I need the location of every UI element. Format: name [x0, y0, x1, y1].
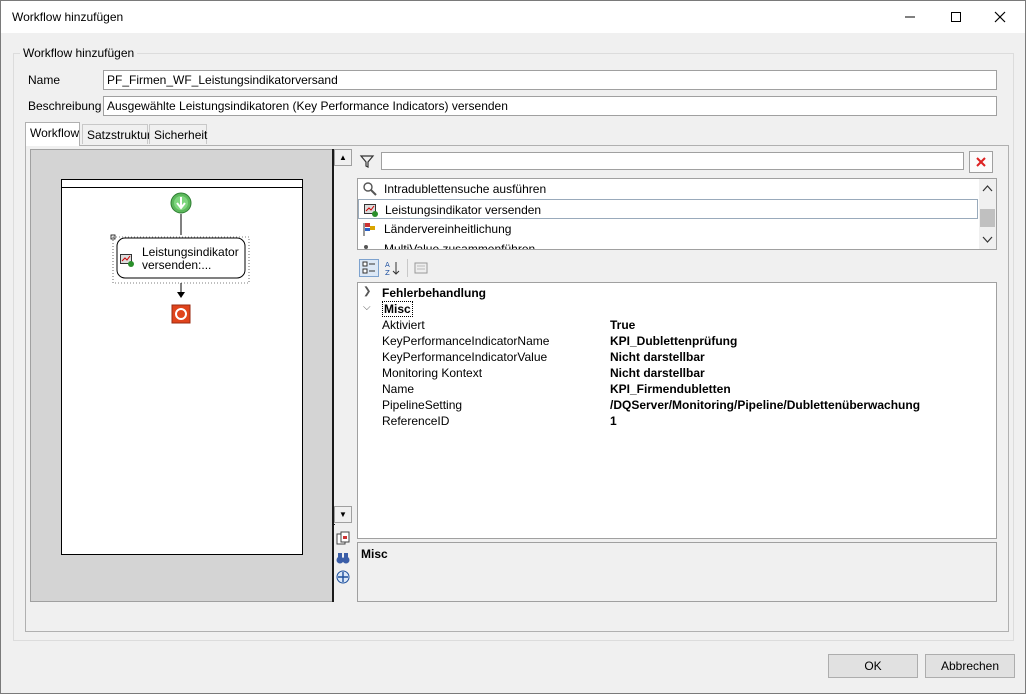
property-row[interactable]: KeyPerformanceIndicatorValue Nicht darst… — [358, 349, 996, 365]
list-item-label: Ländervereinheitlichung — [384, 222, 512, 236]
minimize-button[interactable] — [887, 1, 933, 33]
tab-workflow[interactable]: Workflow — [25, 122, 80, 146]
property-row[interactable]: Name KPI_Firmendubletten — [358, 381, 996, 397]
property-grid[interactable]: ❯ Fehlerbehandlung ⌵ Misc Aktiviert True… — [357, 282, 997, 539]
activity-leistungsindikator[interactable]: Leistungsindikator versenden:... — [142, 246, 239, 272]
property-row[interactable]: KeyPerformanceIndicatorName KPI_Dublette… — [358, 333, 996, 349]
maximize-icon — [951, 12, 961, 22]
kpi-send-icon — [119, 252, 135, 268]
list-item[interactable]: MultiValue zusammenführen — [358, 239, 978, 250]
close-icon — [994, 11, 1006, 23]
toolbar-separator — [407, 259, 408, 277]
description-label: Beschreibung — [28, 99, 102, 113]
minimize-icon — [905, 16, 915, 18]
categorized-view-icon[interactable] — [359, 259, 379, 277]
scroll-down-button[interactable]: ▼ — [334, 506, 352, 523]
activity-list[interactable]: Intradublettensuche ausführen Leistungsi… — [357, 178, 997, 250]
list-item[interactable]: Intradublettensuche ausführen — [358, 179, 978, 199]
end-node-icon[interactable] — [171, 304, 191, 324]
tab-sicherheit[interactable]: Sicherheit — [149, 124, 207, 144]
groupbox-legend: Workflow hinzufügen — [20, 46, 138, 60]
list-item-label: MultiValue zusammenführen — [384, 242, 536, 250]
designer-side-toolbar — [334, 525, 352, 602]
category-fehlerbehandlung[interactable]: ❯ Fehlerbehandlung — [358, 285, 996, 301]
description-field[interactable]: Ausgewählte Leistungsindikatoren (Key Pe… — [103, 96, 997, 116]
svg-text:Z: Z — [385, 269, 390, 276]
flags-icon — [362, 221, 378, 237]
dialog-window: Workflow hinzufügen Workflow hinzufügen … — [0, 0, 1026, 694]
kpi-send-icon — [363, 202, 379, 218]
property-row[interactable]: Aktiviert True — [358, 317, 996, 333]
clear-filter-button[interactable] — [969, 151, 993, 173]
list-item[interactable]: Leistungsindikator versenden — [358, 199, 978, 219]
merge-icon — [362, 241, 378, 249]
window-title: Workflow hinzufügen — [12, 10, 124, 24]
alphabetical-sort-icon[interactable]: AZ — [382, 259, 402, 277]
chevron-right-icon[interactable]: ❯ — [363, 286, 375, 297]
category-misc[interactable]: ⌵ Misc — [358, 301, 996, 317]
property-row[interactable]: PipelineSetting /DQServer/Monitoring/Pip… — [358, 397, 996, 413]
list-item[interactable]: Ländervereinheitlichung — [358, 219, 978, 239]
clear-filter-icon — [976, 157, 986, 167]
activity-label-line2: versenden:... — [142, 258, 212, 272]
filter-icon — [359, 153, 375, 169]
list-item-label: Leistungsindikator versenden — [385, 203, 542, 217]
title-bar: Workflow hinzufügen — [1, 1, 1025, 33]
name-label: Name — [28, 73, 61, 87]
svg-text:A: A — [385, 261, 390, 269]
close-button[interactable] — [977, 1, 1023, 33]
activity-list-scrollbar[interactable] — [979, 179, 996, 249]
tab-satzstruktur[interactable]: Satzstruktur — [82, 124, 151, 144]
property-row[interactable]: ReferenceID 1 — [358, 413, 996, 429]
pan-icon[interactable] — [334, 568, 352, 586]
cancel-button[interactable]: Abbrechen — [925, 654, 1015, 678]
binoculars-icon[interactable] — [334, 549, 352, 567]
list-item-label: Intradublettensuche ausführen — [384, 182, 547, 196]
designer-scrollbar[interactable]: ▲ ▼ — [334, 149, 352, 524]
filter-input[interactable] — [381, 152, 964, 170]
property-pages-icon[interactable] — [411, 259, 431, 277]
name-field[interactable]: PF_Firmen_WF_Leistungsindikatorversand — [103, 70, 997, 90]
scroll-up-button[interactable]: ▲ — [334, 149, 352, 166]
property-row[interactable]: Monitoring Kontext Nicht darstellbar — [358, 365, 996, 381]
magnifier-icon — [362, 181, 378, 197]
chevron-down-icon[interactable]: ⌵ — [363, 302, 375, 313]
start-node-icon[interactable] — [170, 192, 192, 214]
property-description-pane: Misc — [357, 542, 997, 602]
maximize-button[interactable] — [933, 1, 979, 33]
description-title: Misc — [361, 547, 388, 561]
canvas-header — [61, 179, 303, 188]
copy-icon[interactable] — [334, 529, 352, 547]
property-toolbar: AZ — [357, 256, 997, 280]
ok-button[interactable]: OK — [828, 654, 918, 678]
